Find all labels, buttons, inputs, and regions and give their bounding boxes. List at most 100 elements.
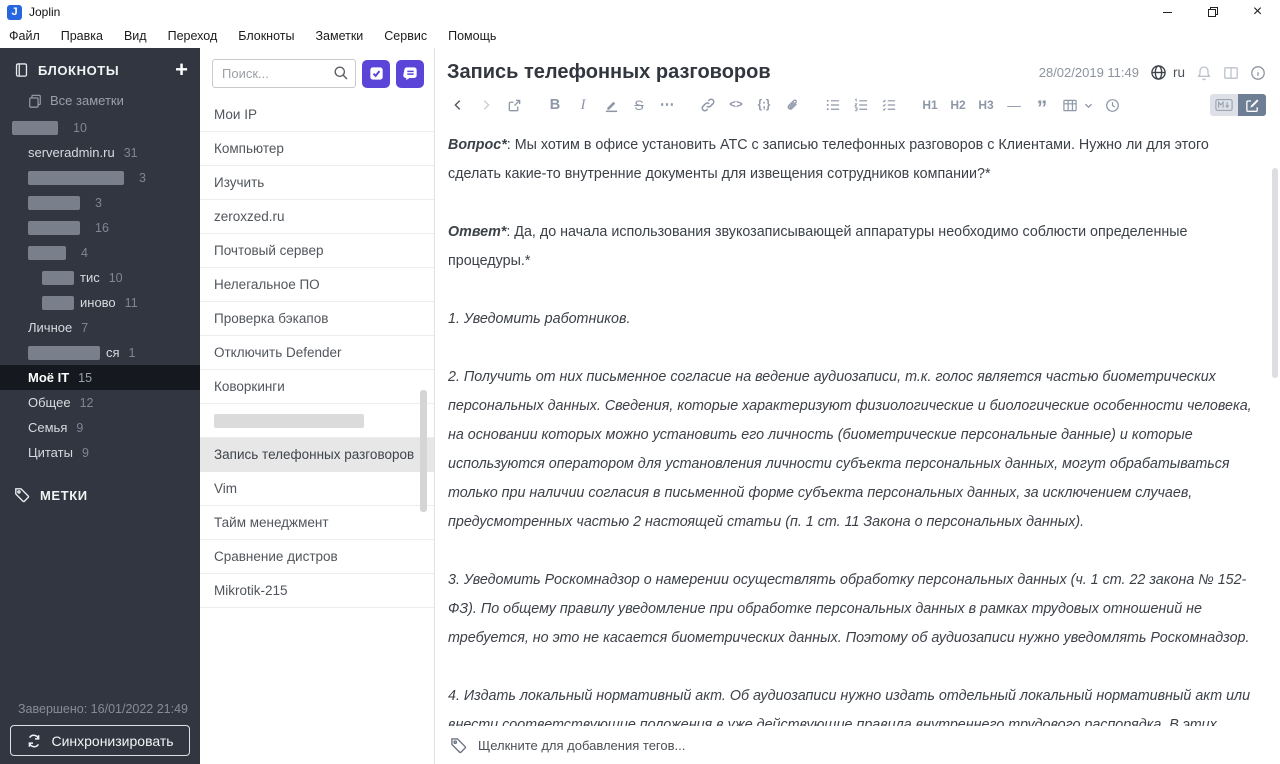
note-list-item[interactable]: [200, 404, 434, 438]
title-bar: J Joplin ×: [0, 0, 1280, 24]
back-button[interactable]: [448, 94, 468, 116]
notebook-item[interactable]: 3: [0, 165, 200, 190]
note-list-item[interactable]: Сравнение дистров: [200, 540, 434, 574]
forward-button[interactable]: [476, 94, 496, 116]
note-paragraph: 1. Уведомить работников.: [448, 311, 631, 327]
inline-code-button[interactable]: <>: [726, 94, 746, 116]
notebook-item[interactable]: 16: [0, 215, 200, 240]
highlight-pen-button[interactable]: [601, 94, 621, 116]
note-list-item[interactable]: Мои IP: [200, 98, 434, 132]
redacted-label: [12, 120, 58, 135]
editor-scrollbar[interactable]: [1272, 168, 1278, 378]
note-list-item[interactable]: Mikrotik-215: [200, 574, 434, 608]
note-count: 4: [81, 245, 88, 260]
redacted-label: [28, 345, 100, 360]
menu-item[interactable]: Вид: [124, 29, 147, 43]
horizontal-rule-button[interactable]: —: [1004, 94, 1024, 116]
more-options-button[interactable]: ⋯: [657, 94, 677, 116]
menu-item[interactable]: Сервис: [384, 29, 427, 43]
note-count: 10: [73, 120, 87, 135]
note-list-scrollbar[interactable]: [420, 390, 427, 512]
minimize-button[interactable]: [1145, 0, 1190, 24]
menu-item[interactable]: Правка: [61, 29, 103, 43]
window-controls: ×: [1145, 0, 1280, 24]
spellcheck-globe-icon[interactable]: [1150, 64, 1167, 81]
insert-datetime-button[interactable]: [1102, 94, 1122, 116]
notebook-item[interactable]: Цитаты 9: [0, 440, 200, 465]
restore-button[interactable]: [1190, 0, 1235, 24]
attach-file-button[interactable]: [782, 94, 802, 116]
tag-icon: [15, 488, 30, 503]
note-list-item[interactable]: Компьютер: [200, 132, 434, 166]
menu-item[interactable]: Помощь: [448, 29, 496, 43]
layout-toggle-icon[interactable]: [1223, 65, 1239, 81]
notebook-item[interactable]: ся 1: [0, 340, 200, 365]
new-todo-icon: [369, 67, 383, 80]
synchronize-button[interactable]: Синхронизировать: [10, 725, 190, 756]
note-list: Мои IP Компьютер Изучить zeroxzed.ru Поч…: [200, 98, 434, 608]
rich-text-editor-toggle[interactable]: [1238, 94, 1266, 116]
note-body[interactable]: Вопрос*: Мы хотим в офисе установить АТС…: [435, 122, 1280, 726]
new-note-button[interactable]: [396, 59, 424, 88]
checkbox-list-button[interactable]: [879, 94, 899, 116]
heading-3-button[interactable]: H3: [976, 94, 996, 116]
tags-section-header[interactable]: МЕТКИ: [0, 487, 200, 503]
notebook-item[interactable]: тис 10: [0, 265, 200, 290]
note-list-item[interactable]: Отключить Defender: [200, 336, 434, 370]
spellcheck-language[interactable]: ru: [1173, 65, 1185, 80]
all-notes-item[interactable]: Все заметки: [0, 88, 200, 115]
note-paragraph: Вопрос*: Мы хотим в офисе установить АТС…: [448, 137, 1209, 182]
note-list-item[interactable]: Тайм менеджмент: [200, 506, 434, 540]
note-list-item[interactable]: Коворкинги: [200, 370, 434, 404]
note-count: 1: [128, 345, 136, 360]
code-block-button[interactable]: {;}: [754, 94, 774, 116]
strikethrough-button[interactable]: S: [629, 94, 649, 116]
insert-table-button[interactable]: [1060, 94, 1080, 116]
editor-panel: Запись телефонных разговоров 28/02/2019 …: [435, 48, 1280, 764]
notebook-item[interactable]: Семья 9: [0, 415, 200, 440]
menu-item[interactable]: Блокноты: [238, 29, 294, 43]
quote-button[interactable]: ”: [1032, 94, 1052, 119]
new-todo-button[interactable]: [362, 59, 390, 88]
tag-bar[interactable]: Щелкните для добавления тегов...: [435, 726, 1280, 764]
bulleted-list-button[interactable]: [823, 94, 843, 116]
numbered-list-button[interactable]: [851, 94, 871, 116]
note-list-item[interactable]: Запись телефонных разговоров: [200, 438, 434, 472]
heading-1-button[interactable]: H1: [920, 94, 940, 116]
external-edit-button[interactable]: [504, 94, 524, 116]
markdown-editor-toggle[interactable]: [1210, 94, 1238, 116]
editor-mode-toggle: [1210, 94, 1266, 116]
alarm-bell-icon[interactable]: [1196, 65, 1212, 81]
menu-item[interactable]: Файл: [9, 29, 40, 43]
notebook-item[interactable]: Общее 12: [0, 390, 200, 415]
note-list-item[interactable]: Vim: [200, 472, 434, 506]
notebook-item[interactable]: 3: [0, 190, 200, 215]
note-list-item[interactable]: Проверка бэкапов: [200, 302, 434, 336]
heading-2-button[interactable]: H2: [948, 94, 968, 116]
note-list-item[interactable]: zeroxzed.ru: [200, 200, 434, 234]
note-list-item[interactable]: Почтовый сервер: [200, 234, 434, 268]
table-menu-chevron[interactable]: [1082, 94, 1094, 116]
notebook-item[interactable]: 10: [0, 115, 200, 140]
menu-item[interactable]: Заметки: [315, 29, 363, 43]
note-properties-info-icon[interactable]: [1250, 65, 1266, 81]
note-count: 12: [79, 395, 94, 410]
note-list-panel: Мои IP Компьютер Изучить zeroxzed.ru Поч…: [200, 48, 435, 764]
notebook-item[interactable]: Моё IT 15: [0, 365, 200, 390]
menu-item[interactable]: Переход: [168, 29, 218, 43]
note-list-item[interactable]: Нелегальное ПО: [200, 268, 434, 302]
notebook-item[interactable]: serveradmin.ru 31: [0, 140, 200, 165]
note-title[interactable]: Запись телефонных разговоров: [447, 61, 1039, 84]
note-paragraph: 3. Уведомить Роскомнадзор о намерении ос…: [448, 572, 1250, 646]
notebook-item[interactable]: 4: [0, 240, 200, 265]
italic-button[interactable]: I: [573, 94, 593, 116]
joplin-logo-icon: J: [7, 4, 22, 20]
notebooks-icon: [14, 62, 29, 78]
close-button[interactable]: ×: [1235, 0, 1280, 24]
notebook-item[interactable]: иново 11: [0, 290, 200, 315]
bold-button[interactable]: B: [545, 94, 565, 116]
note-list-item[interactable]: Изучить: [200, 166, 434, 200]
notebook-item[interactable]: Личное 7: [0, 315, 200, 340]
hyperlink-button[interactable]: [698, 94, 718, 116]
new-notebook-button[interactable]: +: [175, 59, 188, 81]
